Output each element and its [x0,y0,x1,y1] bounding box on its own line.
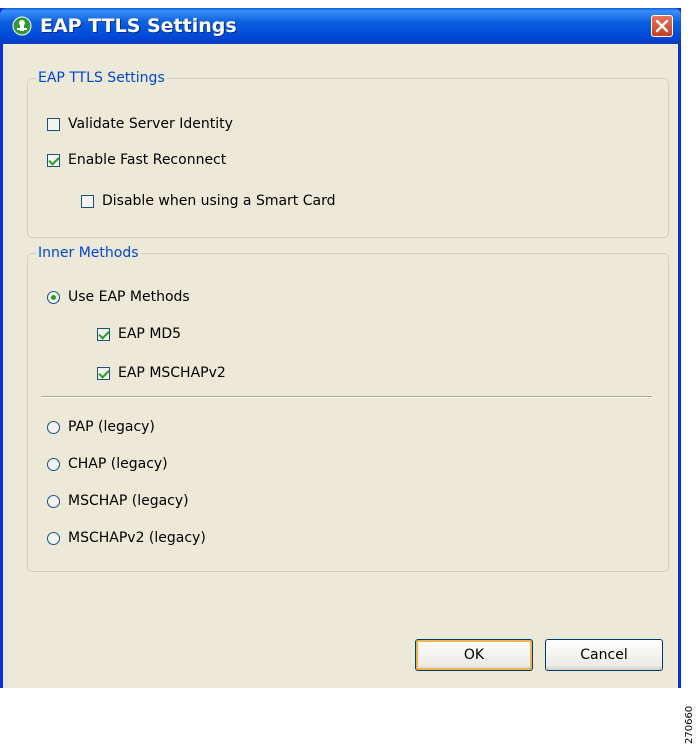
dialog-client-area: EAP TTLS Settings Validate Server Identi… [3,44,678,688]
ok-button[interactable]: OK [415,639,533,671]
inner-methods-divider [41,396,652,398]
dialog-window: EAP TTLS Settings EAP TTLS Settings Vali… [0,8,681,688]
disable-smart-card-label: Disable when using a Smart Card [102,193,336,209]
validate-server-identity-label: Validate Server Identity [68,116,233,132]
radio-circle[interactable] [47,290,60,304]
chap-radio[interactable]: CHAP (legacy) [47,454,168,474]
use-eap-methods-label: Use EAP Methods [68,289,190,305]
mschap-label: MSCHAP (legacy) [68,493,189,509]
title-bar[interactable]: EAP TTLS Settings [0,8,681,44]
enable-fast-reconnect-label: Enable Fast Reconnect [68,152,227,168]
eap-mschapv2-checkbox[interactable]: EAP MSCHAPv2 [97,363,226,383]
close-button[interactable] [651,15,673,37]
radio-circle[interactable] [47,457,60,471]
disable-smart-card-checkbox[interactable]: Disable when using a Smart Card [81,191,336,211]
enable-fast-reconnect-checkbox[interactable]: Enable Fast Reconnect [47,150,226,170]
mschapv2-radio[interactable]: MSCHAPv2 (legacy) [47,528,206,548]
validate-server-identity-checkbox[interactable]: Validate Server Identity [47,114,233,134]
radio-circle[interactable] [47,494,60,508]
chap-label: CHAP (legacy) [68,456,168,472]
green-shield-icon [12,16,32,36]
checkbox-box[interactable] [47,153,60,167]
cancel-button[interactable]: Cancel [545,639,663,671]
checkbox-box[interactable] [81,194,94,208]
pap-label: PAP (legacy) [68,419,155,435]
eap-mschapv2-label: EAP MSCHAPv2 [118,365,226,381]
checkbox-box[interactable] [97,366,110,380]
use-eap-methods-radio[interactable]: Use EAP Methods [47,287,190,307]
eap-md5-label: EAP MD5 [118,326,182,342]
window-title: EAP TTLS Settings [40,15,237,37]
pap-radio[interactable]: PAP (legacy) [47,417,155,437]
eap-ttls-settings-legend: EAP TTLS Settings [38,70,165,86]
mschap-radio[interactable]: MSCHAP (legacy) [47,491,189,511]
radio-circle[interactable] [47,531,60,545]
inner-methods-legend: Inner Methods [38,245,139,261]
checkbox-box[interactable] [47,117,60,131]
figure-id-watermark: 270660 [684,705,695,744]
eap-md5-checkbox[interactable]: EAP MD5 [97,324,181,344]
radio-circle[interactable] [47,420,60,434]
close-icon [655,19,669,33]
mschapv2-label: MSCHAPv2 (legacy) [68,530,206,546]
checkbox-box[interactable] [97,327,110,341]
